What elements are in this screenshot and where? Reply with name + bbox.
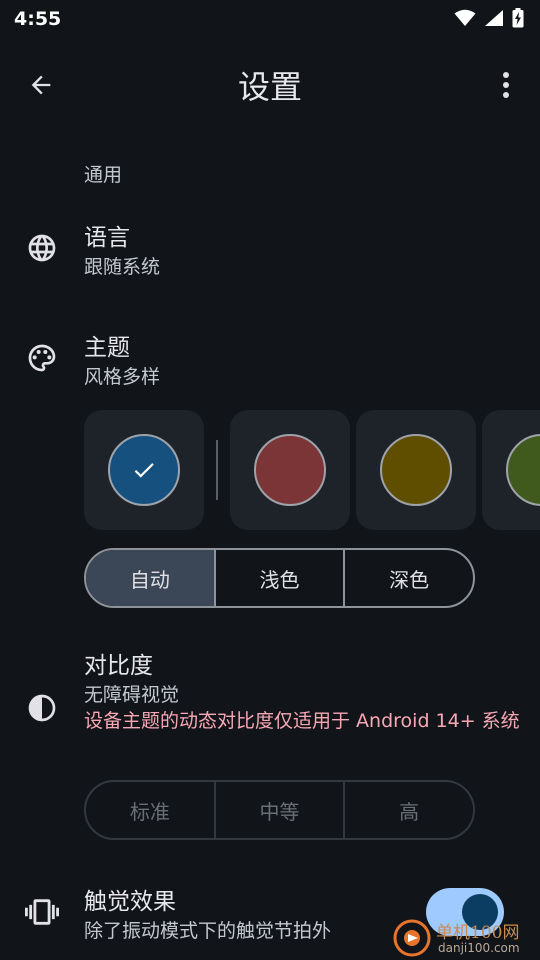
- contrast-title: 对比度: [84, 653, 153, 679]
- language-icon: [24, 230, 60, 266]
- theme-swatch[interactable]: [230, 410, 350, 530]
- swatch-color-circle: [254, 434, 326, 506]
- theme-swatch-row: [84, 410, 540, 530]
- more-options-button[interactable]: [486, 62, 526, 108]
- wifi-icon: [454, 9, 476, 26]
- watermark: 单机100网 danji100.com: [392, 916, 540, 960]
- swatch-divider: [216, 440, 218, 500]
- watermark-name: 单机100网: [436, 923, 520, 943]
- theme-mode-dark[interactable]: 深色: [345, 550, 473, 606]
- language-title: 语言: [84, 225, 130, 251]
- section-header-general: 通用: [84, 164, 123, 186]
- cellular-signal-icon: [485, 10, 503, 26]
- check-icon: [134, 463, 154, 478]
- app-bar: 设置: [0, 50, 540, 116]
- theme-title: 主题: [84, 335, 130, 361]
- contrast-level-standard[interactable]: 标准: [86, 782, 216, 838]
- theme-setting[interactable]: 主题 风格多样: [0, 320, 540, 400]
- theme-mode-light[interactable]: 浅色: [216, 550, 346, 606]
- status-time: 4:55: [14, 8, 62, 30]
- language-setting[interactable]: 语言 跟随系统: [0, 210, 540, 290]
- settings-screen: 4:55 设置 通用 语言 跟随系统 主题 风格多样 自动 浅色 深色 对比度 …: [0, 0, 540, 960]
- page-title: 设置: [237, 68, 302, 106]
- palette-icon: [24, 340, 60, 376]
- contrast-icon: [24, 690, 60, 726]
- theme-swatch[interactable]: [482, 410, 540, 530]
- theme-swatch[interactable]: [356, 410, 476, 530]
- theme-mode-auto[interactable]: 自动: [86, 550, 216, 606]
- contrast-level-medium[interactable]: 中等: [216, 782, 346, 838]
- swatch-color-circle: [506, 434, 540, 506]
- vibration-icon: [24, 894, 60, 930]
- status-bar: 4:55: [0, 0, 540, 38]
- contrast-level-high[interactable]: 高: [345, 782, 473, 838]
- contrast-level-selector: 标准 中等 高: [84, 780, 475, 840]
- status-icons: [454, 8, 524, 28]
- watermark-url: danji100.com: [438, 941, 520, 955]
- theme-subtitle: 风格多样: [84, 366, 161, 388]
- swatch-color-circle: [380, 434, 452, 506]
- contrast-warning: 设备主题的动态对比度仅适用于 Android 14+ 系统: [84, 710, 520, 732]
- haptics-subtitle: 除了振动模式下的触觉节拍外: [84, 920, 332, 942]
- contrast-subtitle: 无障碍视觉: [84, 684, 180, 706]
- theme-mode-selector: 自动 浅色 深色: [84, 548, 475, 608]
- haptics-title: 触觉效果: [84, 889, 176, 915]
- contrast-setting[interactable]: 对比度 无障碍视觉: [0, 640, 540, 770]
- battery-charging-icon: [512, 8, 524, 28]
- watermark-logo-icon: [393, 919, 431, 957]
- more-vert-icon: [503, 72, 509, 98]
- language-subtitle: 跟随系统: [84, 256, 161, 278]
- theme-swatch[interactable]: [84, 410, 204, 530]
